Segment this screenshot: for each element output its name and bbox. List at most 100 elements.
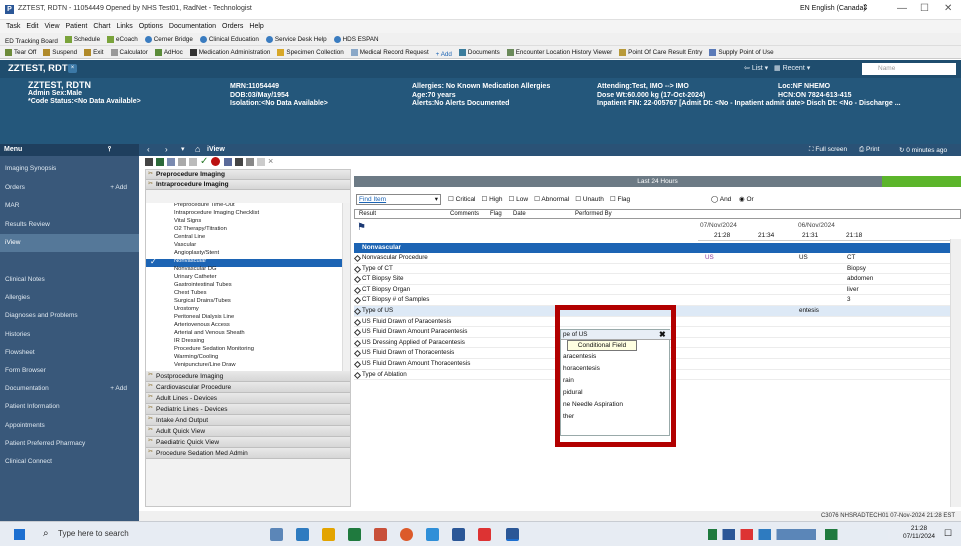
excel-icon[interactable]	[348, 528, 361, 541]
band-item[interactable]: ✂ Adult Lines - Devices	[146, 393, 350, 404]
menu-task[interactable]: Task	[6, 20, 20, 33]
toolbar-specimen[interactable]: Specimen Collection	[277, 46, 344, 59]
time-col-3[interactable]: 21:31	[802, 232, 818, 239]
search-icon[interactable]: ⌕	[948, 65, 952, 73]
time-col-2[interactable]: 21:34	[758, 232, 774, 239]
home-icon[interactable]: ⌂	[195, 144, 200, 154]
forward-icon[interactable]: ›	[165, 145, 168, 154]
search-icon[interactable]: ⌕	[43, 528, 49, 539]
menu-links[interactable]: Links	[116, 20, 132, 33]
toolbar-schedule[interactable]: Schedule	[64, 33, 100, 46]
toolbar-documents[interactable]: Documents	[458, 46, 500, 59]
table-icon[interactable]	[235, 158, 243, 166]
band-item[interactable]: ✂ Intake And Output	[146, 415, 350, 426]
toolbar-exit[interactable]: Exit	[84, 46, 104, 59]
section-item[interactable]: IR Dressing	[174, 338, 204, 344]
toolbar-hds-espan[interactable]: HDS ESPAN	[333, 33, 379, 46]
band-intraprocedure-imaging[interactable]: ✂ Intraprocedure Imaging	[146, 180, 350, 190]
windows-start-icon[interactable]	[14, 529, 25, 540]
filter-checkbox[interactable]: ☐ High	[482, 196, 503, 203]
band-item[interactable]: ✂ Postprocedure Imaging	[146, 371, 350, 382]
sidebar-item[interactable]: Appointments	[0, 417, 139, 435]
full-screen-button[interactable]: ⛶ Full screen	[809, 146, 847, 154]
filter-icon[interactable]	[257, 158, 265, 166]
section-item[interactable]: Intraprocedure Imaging Checklist	[174, 210, 259, 216]
grid-cell[interactable]: abdomen	[847, 274, 873, 285]
band-item[interactable]: ✂ Cardiovascular Procedure	[146, 382, 350, 393]
close-icon[interactable]: ×	[268, 156, 273, 166]
or-radio[interactable]: ◉ Or	[739, 195, 754, 203]
toolbar-cerner-bridge[interactable]: Cerner Bridge	[144, 33, 193, 46]
minimize-icon[interactable]: —	[897, 3, 907, 14]
sidebar-item[interactable]: Patient Preferred Pharmacy	[0, 435, 139, 453]
band-item[interactable]: ✂ Paediatric Quick View	[146, 437, 350, 448]
sidebar-item[interactable]: Imaging Synopsis	[0, 160, 139, 178]
maximize-icon[interactable]: ☐	[920, 3, 929, 14]
sidebar-item[interactable]: Form Browser	[0, 362, 139, 380]
toolbar-clinical-education[interactable]: Clinical Education	[199, 33, 259, 46]
print-button[interactable]: ⎙ Print	[859, 146, 879, 154]
add-button[interactable]: + Add	[110, 179, 127, 197]
and-radio[interactable]: ◯ And	[711, 195, 731, 203]
toolbar-ecoach[interactable]: eCoach	[107, 33, 138, 46]
filter-checkbox[interactable]: ☐ Unauth	[575, 196, 604, 203]
pin-icon[interactable]: ⫯	[108, 144, 111, 156]
section-item[interactable]: Warming/Cooling	[174, 354, 218, 360]
toolbar-service-desk[interactable]: Service Desk Help	[265, 33, 327, 46]
sidebar-item[interactable]: MAR	[0, 197, 139, 215]
toolbar-calculator[interactable]: Calculator	[110, 46, 148, 59]
tab-close-icon[interactable]: ×	[68, 64, 77, 73]
patient-tab[interactable]: ZZTEST, RDTN	[8, 63, 75, 74]
toolbar-poc-result[interactable]: Point Of Care Result Entry	[619, 46, 702, 59]
section-item[interactable]: Vascular	[174, 242, 196, 248]
band-item[interactable]: ✂ Procedure Sedation Med Admin	[146, 448, 350, 459]
menu-edit[interactable]: Edit	[26, 20, 38, 33]
sidebar-item[interactable]: Patient Information	[0, 398, 139, 416]
grid-cell[interactable]: liver	[847, 285, 859, 296]
patient-search-input[interactable]: Name	[862, 63, 956, 75]
section-item[interactable]: O2 Therapy/Titration	[174, 226, 227, 232]
toolbar-tear-off[interactable]: Tear Off	[5, 46, 36, 59]
section-item[interactable]: Angioplasty/Stent	[174, 250, 219, 256]
notifications-icon[interactable]: ☐	[944, 528, 952, 539]
section-item[interactable]: Procedure Sedation Monitoring	[174, 346, 254, 352]
toolbar-med-record[interactable]: Medical Record Request	[350, 46, 429, 59]
calendar-icon[interactable]	[224, 158, 232, 166]
taskbar-search-input[interactable]: Type here to search	[58, 529, 129, 538]
taskbar-app-icon[interactable]	[296, 528, 309, 541]
grid-cell[interactable]: entesis	[799, 306, 819, 317]
section-item[interactable]: Arteriovenous Access	[174, 322, 230, 328]
menu-patient[interactable]: Patient	[66, 20, 88, 33]
expand-icon[interactable]	[167, 158, 175, 166]
menu-view[interactable]: View	[44, 20, 59, 33]
grid-row[interactable]: Nonvascular Procedure US US CT	[353, 253, 961, 264]
word-icon[interactable]	[452, 528, 465, 541]
powerchart-icon[interactable]	[506, 528, 519, 541]
grid-row[interactable]: CT Biopsy Site abdomen	[353, 274, 961, 285]
section-item[interactable]: Preprocedure Time-Out	[174, 203, 235, 208]
section-item[interactable]: Urinary Catheter	[174, 274, 217, 280]
grid-cell[interactable]: US	[705, 253, 714, 264]
section-item[interactable]: Venipuncture/Line Draw	[174, 362, 236, 368]
language-spinner-icon[interactable]: ⇕	[862, 3, 869, 12]
sidebar-item[interactable]: Histories	[0, 326, 139, 344]
section-item[interactable]: Chest Tubes	[174, 290, 207, 296]
find-item-input[interactable]: Find Item ▾	[356, 194, 441, 205]
taskbar-app-icon[interactable]	[270, 528, 283, 541]
sidebar-item[interactable]: Results Review	[0, 216, 139, 234]
section-item[interactable]: Central Line	[174, 234, 205, 240]
section-item[interactable]: Surgical Drains/Tubes	[174, 298, 231, 304]
menu-chart[interactable]: Chart	[93, 20, 110, 33]
collapse-icon[interactable]	[178, 158, 186, 166]
toolbar-med-admin[interactable]: Medication Administration	[189, 46, 270, 59]
grid-row[interactable]: CT Biopsy Organ liver	[353, 285, 961, 296]
document-icon[interactable]	[145, 158, 153, 166]
section-item[interactable]: Urostomy	[174, 306, 199, 312]
language-selector[interactable]: EN English (Canada)	[800, 5, 866, 12]
alerts[interactable]: Alerts:No Alerts Documented	[412, 100, 550, 109]
filter-checkbox[interactable]: ☐ Low	[509, 196, 529, 203]
system-tray-icons[interactable]	[708, 529, 888, 540]
cancel-icon[interactable]	[211, 157, 220, 166]
section-item[interactable]: Nonvascular DG	[174, 266, 217, 272]
toolbar-adhoc[interactable]: AdHoc	[154, 46, 183, 59]
